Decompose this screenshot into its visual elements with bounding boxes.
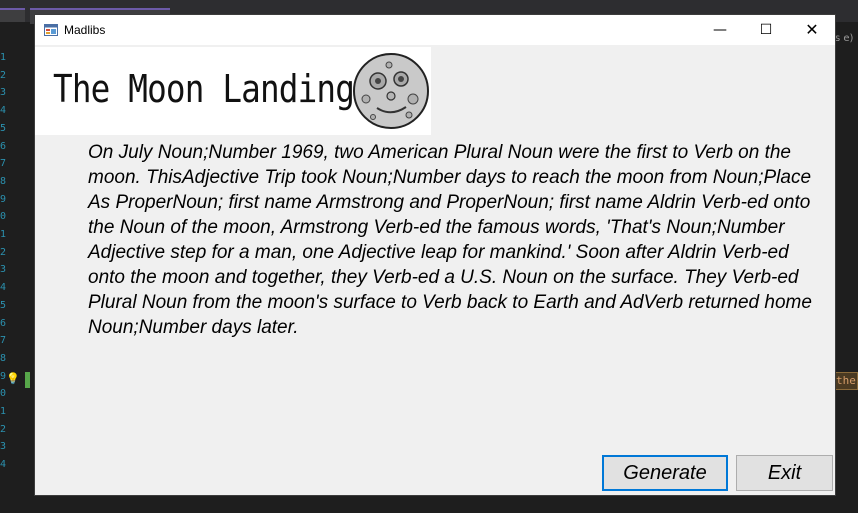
line-number: 6 — [0, 140, 7, 152]
line-number: 9 — [0, 193, 7, 205]
madlibs-window: Madlibs — ☐ ✕ The Moon Landing On July N… — [35, 15, 835, 495]
line-number: 4 — [0, 105, 7, 117]
exit-button[interactable]: Exit — [736, 455, 833, 491]
maximize-button[interactable]: ☐ — [743, 15, 789, 45]
ide-code-fragment: s e) — [835, 33, 854, 44]
line-number: 1 — [0, 229, 7, 240]
line-number: 6 — [0, 317, 7, 329]
line-number: 3 — [0, 264, 7, 276]
close-button[interactable]: ✕ — [789, 15, 835, 45]
window-title: Madlibs — [64, 23, 106, 37]
line-number: 8 — [0, 175, 7, 187]
line-number: 7 — [0, 335, 7, 347]
minimize-icon: — — [713, 22, 727, 38]
line-number: 3 — [0, 441, 7, 453]
line-number: 7 — [0, 158, 7, 170]
line-number: 2 — [0, 246, 7, 258]
line-number: 1 — [0, 52, 7, 63]
title-bar[interactable]: Madlibs — ☐ ✕ — [35, 15, 835, 45]
maximize-icon: ☐ — [759, 22, 773, 38]
ide-line-number-gutter: 123456789012345678901234 — [0, 22, 30, 513]
line-number: 8 — [0, 352, 7, 364]
moon-icon — [353, 53, 429, 129]
line-number: 4 — [0, 459, 7, 471]
generate-button[interactable]: Generate — [602, 455, 728, 491]
line-number: 2 — [0, 69, 7, 81]
line-number: 2 — [0, 423, 7, 435]
banner-title: The Moon Landing — [53, 67, 355, 111]
line-number: 4 — [0, 282, 7, 294]
story-label: On July Noun;Number 1969, two American P… — [88, 142, 812, 338]
banner-image: The Moon Landing — [35, 47, 431, 135]
line-number: 3 — [0, 87, 7, 99]
line-number: 0 — [0, 388, 7, 400]
line-number: 0 — [0, 211, 7, 223]
minimize-button[interactable]: — — [697, 15, 743, 45]
close-icon: ✕ — [805, 20, 819, 39]
lightbulb-icon[interactable]: 💡 — [6, 372, 20, 386]
change-indicator — [25, 372, 30, 388]
form-icon — [44, 24, 58, 36]
ide-highlighted-word: the — [835, 372, 858, 390]
line-number: 5 — [0, 122, 7, 134]
line-number: 1 — [0, 406, 7, 417]
line-number: 5 — [0, 299, 7, 311]
